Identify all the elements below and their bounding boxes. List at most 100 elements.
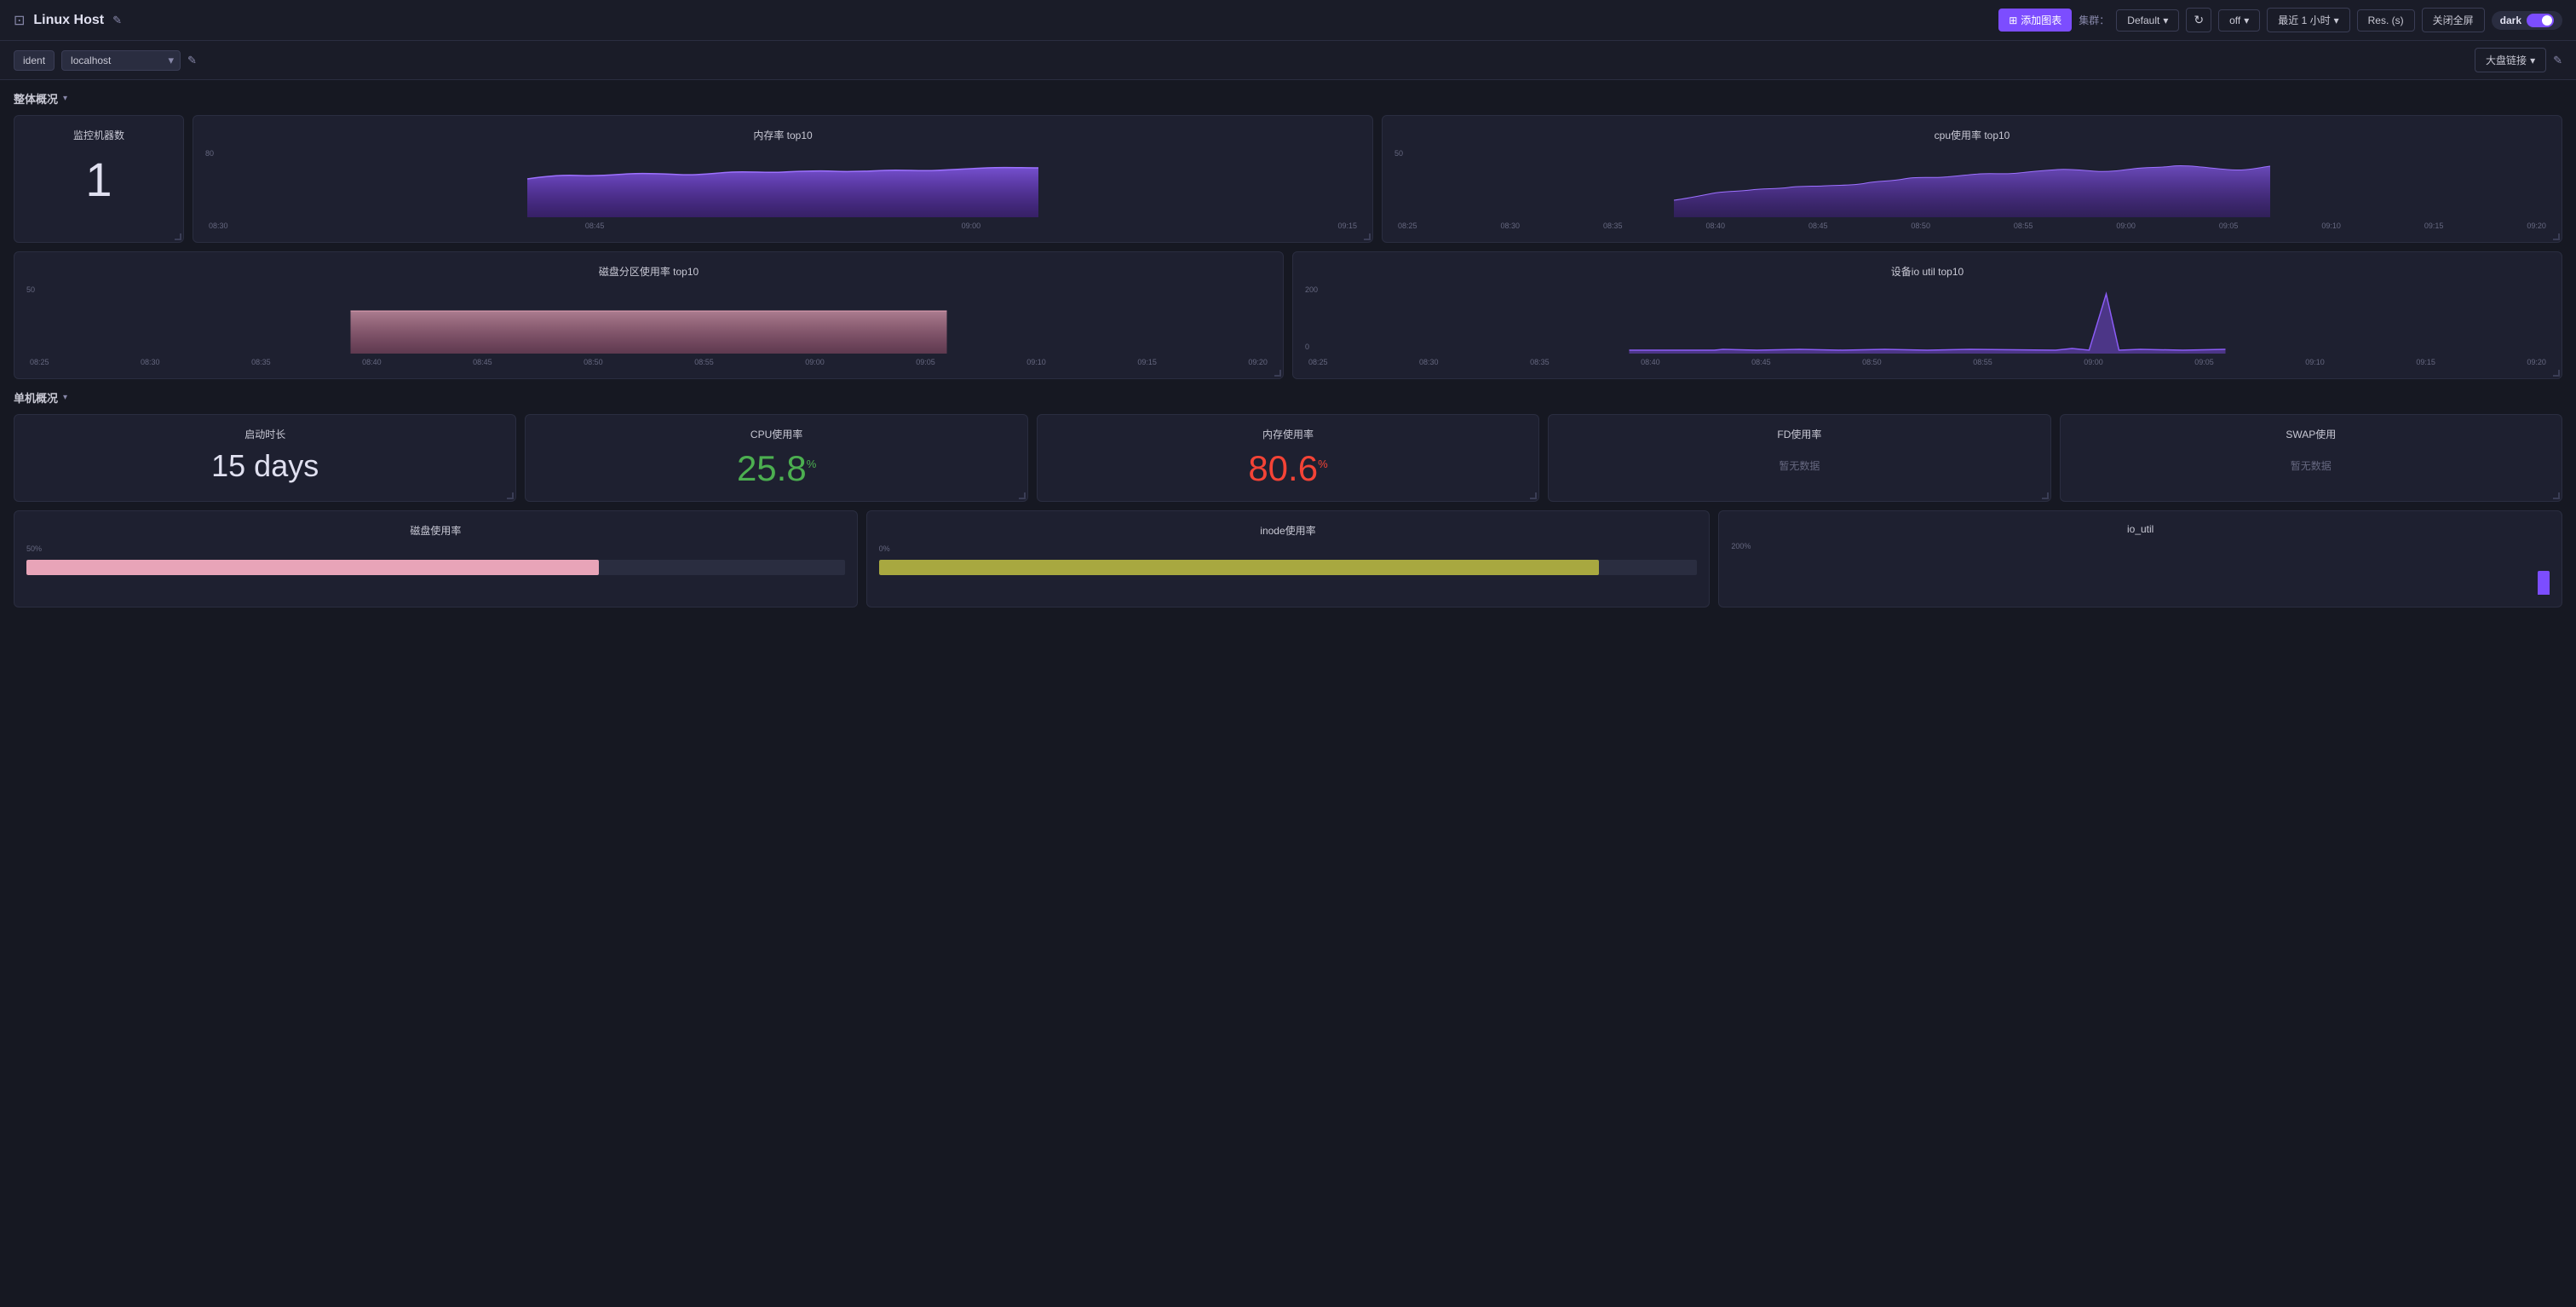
- io-t5: 08:50: [1862, 358, 1882, 366]
- disk-t8: 09:05: [916, 358, 935, 366]
- host-select[interactable]: localhost: [61, 50, 181, 71]
- res-button[interactable]: Res. (s): [2357, 9, 2415, 32]
- io-t2: 08:35: [1530, 358, 1550, 366]
- swap-title: SWAP使用: [2073, 427, 2550, 441]
- inode-usage-bar: [879, 560, 1698, 575]
- chevron-down-icon: ▾: [2163, 14, 2168, 26]
- cpu-chart-svg: [1394, 149, 2550, 217]
- io-t8: 09:05: [2194, 358, 2214, 366]
- disk-usage-card: 磁盘使用率 50%: [14, 510, 858, 607]
- io-util-pct-label: 200%: [1731, 542, 2550, 550]
- inode-pct-label: 0%: [879, 544, 1698, 553]
- mem-usage-title: 内存使用率: [1049, 427, 1527, 441]
- io-t9: 09:10: [2305, 358, 2325, 366]
- fd-no-data: 暂无数据: [1561, 458, 2038, 473]
- cpu-top10-card: cpu使用率 top10 50 08:25 08:30: [1382, 115, 2562, 243]
- io-t3: 08:40: [1641, 358, 1660, 366]
- disk-t3: 08:40: [362, 358, 382, 366]
- resize-handle[interactable]: [1274, 370, 1281, 377]
- cluster-select[interactable]: Default ▾: [2116, 9, 2179, 32]
- io-t1: 08:30: [1419, 358, 1439, 366]
- top-header: ⊡ Linux Host ✎ ⊞ 添加图表 集群： Default ▾ ↻ of…: [0, 0, 2576, 41]
- fd-usage-title: FD使用率: [1561, 427, 2038, 441]
- cpu-usage-card: CPU使用率 25.8%: [525, 414, 1027, 502]
- cpu-t8: 09:05: [2219, 222, 2239, 230]
- io-t6: 08:55: [1973, 358, 1992, 366]
- disk-usage-title: 磁盘使用率: [26, 523, 845, 538]
- dashboard-link-button[interactable]: 大盘链接 ▾: [2475, 48, 2546, 72]
- toolbar-right: 大盘链接 ▾ ✎: [2475, 48, 2562, 72]
- resize-handle[interactable]: [1019, 492, 1026, 499]
- single-chevron-icon: ▾: [63, 393, 67, 402]
- disk-t6: 08:55: [694, 358, 714, 366]
- monitor-count-card: 监控机器数 1: [14, 115, 184, 243]
- resize-handle[interactable]: [2042, 492, 2049, 499]
- disk-t10: 09:15: [1137, 358, 1157, 366]
- theme-toggle-wrap[interactable]: dark: [2492, 11, 2562, 30]
- uptime-title: 启动时长: [26, 427, 503, 441]
- mem-top10-card: 内存率 top10 80 08:30: [193, 115, 1373, 243]
- mem-time-2: 09:00: [962, 222, 981, 230]
- inode-usage-title: inode使用率: [879, 523, 1698, 538]
- uptime-card: 启动时长 15 days: [14, 414, 516, 502]
- resize-handle[interactable]: [1364, 233, 1371, 240]
- disk-area: [351, 311, 947, 354]
- cpu-t3: 08:40: [1705, 222, 1725, 230]
- disk-t0: 08:25: [30, 358, 49, 366]
- inode-usage-card: inode使用率 0%: [866, 510, 1711, 607]
- main-content: 整体概况 ▾ 监控机器数 1 内存率 top10 80: [0, 80, 2576, 618]
- disk-top10-card: 磁盘分区使用率 top10 50 08:25 08:3: [14, 251, 1284, 379]
- second-toolbar: ident localhost ✎ 大盘链接 ▾ ✎: [0, 41, 2576, 80]
- refresh-off-button[interactable]: off ▾: [2218, 9, 2260, 32]
- cpu-x-axis: 08:25 08:30 08:35 08:40 08:45 08:50 08:5…: [1394, 222, 2550, 230]
- io-util-chart: 200%: [1731, 542, 2550, 595]
- resize-handle[interactable]: [1530, 492, 1537, 499]
- overall-chevron-icon: ▾: [63, 94, 67, 103]
- single-section-header[interactable]: 单机概况 ▾: [14, 389, 2562, 406]
- io-y-max: 200: [1305, 285, 1318, 294]
- edit-title-icon[interactable]: ✎: [112, 14, 122, 27]
- io-util-top10-chart: 200 0 08:25 08:30 08:35 08:40 08:45 08:5…: [1305, 285, 2550, 366]
- mem-usage-value: 80.6%: [1049, 448, 1527, 489]
- edit-dashboard-icon[interactable]: ✎: [2553, 54, 2562, 67]
- host-select-wrap[interactable]: localhost: [61, 50, 181, 71]
- inode-bar-fill: [879, 560, 1599, 575]
- theme-label: dark: [2500, 14, 2521, 26]
- resize-handle[interactable]: [175, 233, 181, 240]
- cpu-t9: 09:10: [2321, 222, 2341, 230]
- close-fullscreen-button[interactable]: 关闭全屏: [2422, 8, 2485, 32]
- fd-usage-card: FD使用率 暂无数据: [1548, 414, 2050, 502]
- window-icon: ⊡: [14, 12, 25, 29]
- disk-t4: 08:45: [473, 358, 492, 366]
- mem-top10-title: 内存率 top10: [205, 128, 1360, 142]
- disk-pct-label: 50%: [26, 544, 845, 553]
- resize-handle[interactable]: [2553, 370, 2560, 377]
- cpu-t7: 09:00: [2116, 222, 2136, 230]
- cpu-t1: 08:30: [1500, 222, 1520, 230]
- resize-handle[interactable]: [2553, 233, 2560, 240]
- swap-card: SWAP使用 暂无数据: [2060, 414, 2562, 502]
- resize-handle[interactable]: [2553, 492, 2560, 499]
- cpu-y-max: 50: [1394, 149, 1403, 158]
- cpu-top10-title: cpu使用率 top10: [1394, 128, 2550, 142]
- overall-section-header[interactable]: 整体概况 ▾: [14, 90, 2562, 107]
- add-chart-button[interactable]: ⊞ 添加图表: [1998, 9, 2072, 32]
- theme-toggle[interactable]: [2527, 14, 2554, 27]
- resize-handle[interactable]: [507, 492, 514, 499]
- cpu-usage-value: 25.8%: [538, 448, 1015, 489]
- time-range-button[interactable]: 最近 1 小时 ▾: [2267, 8, 2349, 32]
- mem-time-3: 09:15: [1337, 222, 1357, 230]
- refresh-button[interactable]: ↻: [2186, 8, 2211, 32]
- header-right: ⊞ 添加图表 集群： Default ▾ ↻ off ▾ 最近 1 小时 ▾ R…: [1998, 8, 2562, 32]
- cpu-t11: 09:20: [2527, 222, 2546, 230]
- disk-bar-fill: [26, 560, 599, 575]
- io-line: [1630, 294, 2226, 350]
- ident-badge: ident: [14, 50, 55, 71]
- io-t10: 09:15: [2416, 358, 2435, 366]
- overall-section-title: 整体概况: [14, 90, 58, 107]
- mem-usage-card: 内存使用率 80.6%: [1037, 414, 1539, 502]
- edit-filter-icon[interactable]: ✎: [187, 54, 197, 67]
- disk-t11: 09:20: [1248, 358, 1268, 366]
- io-util-title: io_util: [1731, 523, 2550, 535]
- disk-t7: 09:00: [805, 358, 825, 366]
